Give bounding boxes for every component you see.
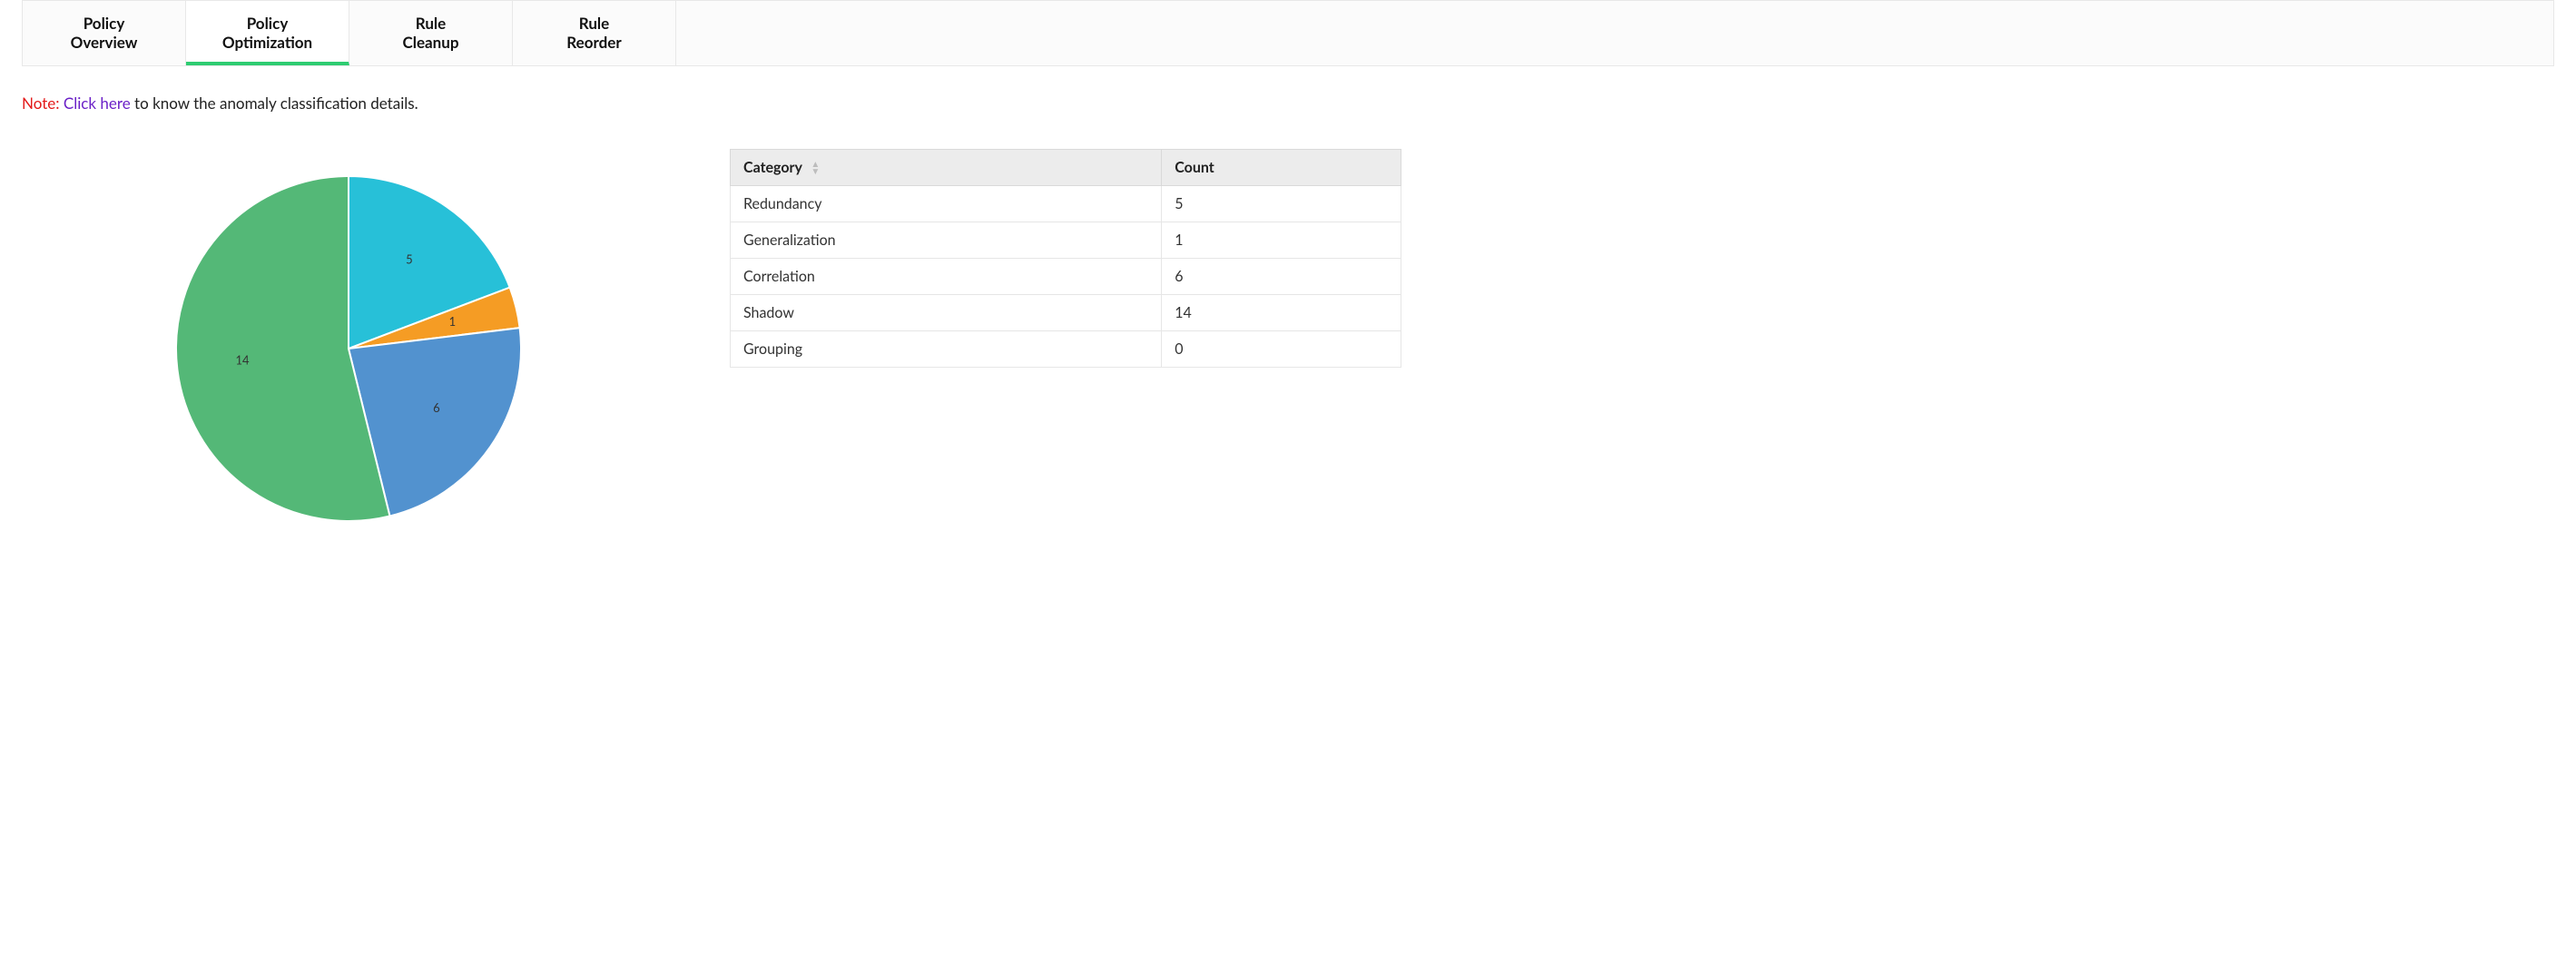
th-count-label: Count bbox=[1175, 159, 1214, 176]
anomaly-note: Note: Click here to know the anomaly cla… bbox=[22, 94, 2554, 113]
cell-count: 5 bbox=[1162, 185, 1401, 222]
note-label: Note: bbox=[22, 94, 59, 113]
cell-count: 14 bbox=[1162, 294, 1401, 330]
table-row[interactable]: Correlation6 bbox=[731, 258, 1401, 294]
anomaly-details-link[interactable]: Click here bbox=[64, 94, 131, 113]
table-row[interactable]: Grouping0 bbox=[731, 330, 1401, 367]
pie-label: 1 bbox=[449, 314, 457, 329]
tab-rule-cleanup[interactable]: Rule Cleanup bbox=[349, 1, 513, 65]
th-category-label: Category bbox=[743, 159, 802, 176]
tabs-bar: Policy OverviewPolicy OptimizationRule C… bbox=[22, 0, 2554, 66]
th-count[interactable]: Count bbox=[1162, 149, 1401, 185]
cell-count: 1 bbox=[1162, 222, 1401, 258]
table-row[interactable]: Shadow14 bbox=[731, 294, 1401, 330]
cell-category: Grouping bbox=[731, 330, 1162, 367]
sort-icon: ▲▼ bbox=[811, 161, 820, 175]
pie-label: 5 bbox=[406, 251, 413, 266]
tab-rule-reorder[interactable]: Rule Reorder bbox=[513, 1, 676, 65]
th-category[interactable]: Category ▲▼ bbox=[731, 149, 1162, 185]
pie-chart-container: 5 1 6 14 bbox=[22, 149, 675, 530]
cell-category: Redundancy bbox=[731, 185, 1162, 222]
pie-label: 14 bbox=[236, 352, 251, 367]
pie-label: 6 bbox=[433, 400, 440, 415]
anomaly-table: Category ▲▼ Count Redundancy5Generalizat… bbox=[730, 149, 1401, 368]
note-rest: to know the anomaly classification detai… bbox=[134, 94, 418, 113]
tab-policy-overview[interactable]: Policy Overview bbox=[23, 1, 186, 65]
cell-category: Shadow bbox=[731, 294, 1162, 330]
cell-count: 0 bbox=[1162, 330, 1401, 367]
cell-count: 6 bbox=[1162, 258, 1401, 294]
cell-category: Correlation bbox=[731, 258, 1162, 294]
table-row[interactable]: Redundancy5 bbox=[731, 185, 1401, 222]
cell-category: Generalization bbox=[731, 222, 1162, 258]
tab-policy-optimization[interactable]: Policy Optimization bbox=[186, 1, 349, 65]
table-row[interactable]: Generalization1 bbox=[731, 222, 1401, 258]
anomaly-pie-chart: 5 1 6 14 bbox=[167, 167, 530, 530]
